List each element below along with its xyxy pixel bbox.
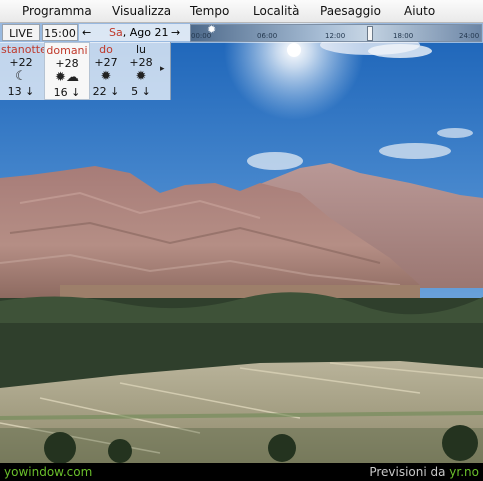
forecast-more-arrow-icon[interactable]: ▸	[160, 64, 165, 74]
day-wind: 16 ↓	[53, 86, 81, 99]
date-rest: , Ago 21	[122, 26, 169, 39]
time-slider-handle[interactable]	[367, 26, 373, 41]
day-wind: 13 ↓	[7, 85, 35, 98]
day-name: lu	[135, 43, 147, 56]
partly-cloudy-icon: ✹☁	[55, 70, 79, 85]
day-temp: +27	[94, 56, 118, 69]
sun-icon: ✹	[100, 69, 112, 84]
forecast-day-monday[interactable]: lu +28 ✹ 5 ↓	[121, 42, 161, 100]
day-name: domani	[46, 44, 88, 57]
time-toolbar: LIVE 15:00 ← Sa, Ago 21 → ✹ 00:00 06:00 …	[0, 23, 483, 43]
date-navigator: ← Sa, Ago 21 →	[79, 24, 190, 41]
timeline-bar[interactable]: ✹ 00:00 06:00 12:00 18:00 24:00	[190, 23, 482, 42]
timeline-tick: 24:00	[459, 32, 480, 40]
timeline-tick: 06:00	[257, 32, 278, 40]
menu-bar: Programma Visualizza Tempo Località Paes…	[0, 0, 483, 23]
forecast-day-tomorrow[interactable]: domani +28 ✹☁ 16 ↓	[44, 42, 90, 100]
menu-paesaggio[interactable]: Paesaggio	[320, 4, 381, 18]
menu-programma[interactable]: Programma	[22, 4, 92, 18]
credit-link[interactable]: yr.no	[449, 465, 479, 479]
status-bar: yowindow.com Previsioni da yr.no	[0, 463, 483, 481]
current-time-display: 15:00	[42, 24, 78, 41]
forecast-day-sunday[interactable]: do +27 ✹ 22 ↓	[86, 42, 126, 100]
forecast-credit: Previsioni da yr.no	[369, 465, 479, 479]
menu-localita[interactable]: Località	[253, 4, 300, 18]
next-day-arrow-icon[interactable]: →	[171, 24, 180, 41]
day-name: stanotte	[1, 43, 47, 56]
timeline-tick: 00:00	[191, 32, 212, 40]
prev-day-arrow-icon[interactable]: ←	[82, 24, 91, 41]
day-temp: +28	[129, 56, 153, 69]
menu-aiuto[interactable]: Aiuto	[404, 4, 435, 18]
sun-icon: ✹	[135, 69, 147, 84]
live-button[interactable]: LIVE	[2, 24, 40, 41]
timeline-tick: 18:00	[393, 32, 414, 40]
day-wind: 5 ↓	[131, 85, 151, 98]
day-wind: 22 ↓	[92, 85, 120, 98]
day-temp: +28	[55, 57, 79, 70]
forecast-day-tonight[interactable]: stanotte +22 ☾ 13 ↓	[1, 42, 47, 100]
day-temp: +22	[9, 56, 33, 69]
menu-tempo[interactable]: Tempo	[190, 4, 229, 18]
menu-visualizza[interactable]: Visualizza	[112, 4, 171, 18]
date-day: Sa	[109, 26, 123, 39]
forecast-panel: stanotte +22 ☾ 13 ↓ domani +28 ✹☁ 16 ↓ d…	[0, 42, 171, 100]
day-name: do	[99, 43, 113, 56]
timeline-tick: 12:00	[325, 32, 346, 40]
site-link[interactable]: yowindow.com	[4, 463, 92, 481]
date-label: Sa, Ago 21	[109, 24, 168, 41]
moon-icon: ☾	[15, 69, 27, 84]
